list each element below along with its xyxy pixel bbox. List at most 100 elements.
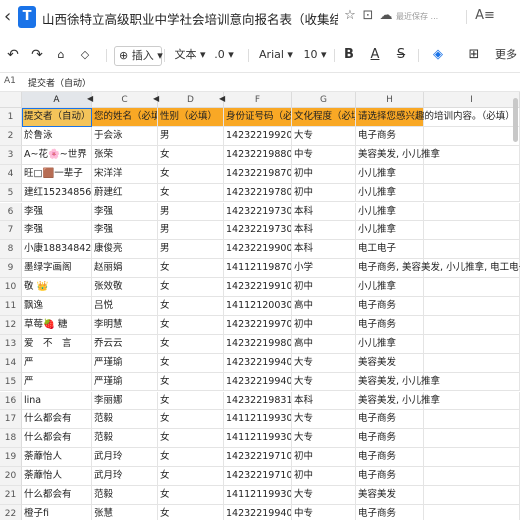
column-header-f[interactable]: F <box>224 92 292 108</box>
table-cell[interactable]: 141121200309140 <box>224 297 292 316</box>
header-cell[interactable]: 请选择您感兴趣的培训内容。（必填） <box>356 108 515 127</box>
table-cell[interactable]: 142322199006254 <box>224 240 292 260</box>
table-cell[interactable]: 142322199104281 <box>224 278 292 297</box>
table-cell[interactable]: 张荣 <box>92 145 158 165</box>
table-cell[interactable]: 电子商务 <box>356 504 424 520</box>
table-cell[interactable] <box>424 504 520 520</box>
table-cell[interactable]: 荼蘼怡人 <box>22 448 92 468</box>
table-cell[interactable]: 本科 <box>292 391 356 411</box>
row-header[interactable]: 17 <box>0 410 22 430</box>
table-cell[interactable]: 电子商务, 美容美发, 小儿推拿, 电工电子 <box>356 259 520 279</box>
table-cell[interactable]: 李丽娜 <box>92 391 158 411</box>
row-header[interactable]: 11 <box>0 297 22 316</box>
table-cell[interactable]: 旺□🟫一辈子 <box>22 164 92 184</box>
table-cell[interactable]: 建红15234856899 <box>22 183 92 203</box>
table-cell[interactable]: 小儿推拿 <box>356 278 424 297</box>
table-cell[interactable]: 142322199402108 <box>224 504 292 520</box>
table-cell[interactable]: 电子商务 <box>356 410 424 430</box>
hidden-column-marker[interactable]: ◀ <box>87 94 93 103</box>
table-cell[interactable]: 严瑾瑜 <box>92 353 158 373</box>
table-cell[interactable]: 高中 <box>292 334 356 354</box>
table-cell[interactable]: 范毅 <box>92 410 158 430</box>
font-size-dropdown[interactable]: 10 ▾ <box>302 46 328 64</box>
font-color-button[interactable]: A <box>368 46 382 64</box>
table-cell[interactable]: lina <box>22 391 92 411</box>
header-cell[interactable]: 您的姓名（必填） <box>92 108 158 127</box>
table-cell[interactable]: 康俊亮 <box>92 240 158 260</box>
row-header[interactable]: 10 <box>0 278 22 297</box>
table-cell[interactable]: 女 <box>158 410 224 430</box>
table-cell[interactable] <box>424 353 520 373</box>
table-cell[interactable]: 初中 <box>292 278 356 297</box>
table-cell[interactable]: 142322197107050 <box>224 448 292 468</box>
font-family-dropdown[interactable]: Arial ▾ <box>258 46 294 64</box>
table-cell[interactable]: 宋洋洋 <box>92 164 158 184</box>
table-cell[interactable]: 李明慧 <box>92 315 158 335</box>
table-cell[interactable]: 141121199302170 <box>224 429 292 449</box>
table-cell[interactable]: 什么都会有 <box>22 486 92 505</box>
table-cell[interactable]: 李强 <box>92 202 158 222</box>
table-cell[interactable]: 于会泳 <box>92 126 158 146</box>
star-icon[interactable]: ☆ <box>342 8 358 24</box>
table-cell[interactable]: 141121199302170 <box>224 410 292 430</box>
table-cell[interactable]: 电子商务 <box>356 448 424 468</box>
table-cell[interactable]: 什么都会有 <box>22 429 92 449</box>
row-header[interactable]: 7 <box>0 221 22 241</box>
table-cell[interactable]: 女 <box>158 391 224 411</box>
row-header[interactable]: 3 <box>0 145 22 165</box>
table-cell[interactable]: 142322199404164 <box>224 353 292 373</box>
table-cell[interactable]: 142322199404164 <box>224 372 292 392</box>
table-cell[interactable]: 本科 <box>292 240 356 260</box>
column-header-h[interactable]: H <box>356 92 424 108</box>
table-cell[interactable]: 142322197107050 <box>224 467 292 486</box>
header-cell[interactable]: 身份证号码（必填） <box>224 108 292 127</box>
cloud-save-icon[interactable]: ☁ <box>378 8 394 24</box>
number-format-dropdown[interactable]: 文本 ▾ <box>172 46 208 64</box>
table-cell[interactable] <box>424 183 520 203</box>
row-header[interactable]: 20 <box>0 467 22 486</box>
table-cell[interactable]: 吕悦 <box>92 297 158 316</box>
table-cell[interactable] <box>424 448 520 468</box>
table-cell[interactable]: 小学 <box>292 259 356 279</box>
table-cell[interactable]: 女 <box>158 315 224 335</box>
table-cell[interactable]: 草莓🍓 糖 <box>22 315 92 335</box>
table-cell[interactable]: 电子商务 <box>356 297 424 316</box>
back-icon[interactable]: ‹ <box>4 7 18 27</box>
header-cell[interactable]: 性别（必填） <box>158 108 224 127</box>
table-cell[interactable]: 荼蘼怡人 <box>22 467 92 486</box>
row-header[interactable]: 15 <box>0 372 22 392</box>
table-cell[interactable]: 中专 <box>292 504 356 520</box>
table-cell[interactable] <box>424 410 520 430</box>
table-cell[interactable]: 美容美发, 小儿推拿 <box>356 372 440 392</box>
row-header[interactable]: 13 <box>0 334 22 354</box>
fill-color-icon[interactable]: ◈ <box>430 46 446 64</box>
table-cell[interactable]: 142322197804185 <box>224 183 292 203</box>
table-cell[interactable]: 电子商务 <box>356 467 424 486</box>
row-header[interactable]: 1 <box>0 108 22 127</box>
table-cell[interactable]: 男 <box>158 126 224 146</box>
insert-button[interactable]: ⊕ 插入 ▾ <box>114 46 163 66</box>
table-cell[interactable]: 美容美发 <box>356 486 424 505</box>
row-header[interactable]: 2 <box>0 126 22 146</box>
table-cell[interactable]: 美容美发, 小儿推拿 <box>356 145 440 165</box>
table-cell[interactable]: 范毅 <box>92 429 158 449</box>
table-cell[interactable]: 乔云云 <box>92 334 158 354</box>
table-cell[interactable]: 女 <box>158 145 224 165</box>
redo-icon[interactable]: ↷ <box>30 46 44 64</box>
row-header[interactable]: 19 <box>0 448 22 468</box>
table-cell[interactable]: 大专 <box>292 372 356 392</box>
table-cell[interactable]: 初中 <box>292 467 356 486</box>
table-cell[interactable]: 小儿推拿 <box>356 334 424 354</box>
table-cell[interactable]: 小康18834842435 <box>22 240 92 260</box>
row-header[interactable]: 5 <box>0 183 22 203</box>
document-title[interactable]: 山西徐特立高级职业中学社会培训意向报名表（收集结果） <box>42 9 338 25</box>
table-cell[interactable]: 142322199706163 <box>224 315 292 335</box>
table-cell[interactable]: 女 <box>158 278 224 297</box>
table-cell[interactable]: 於鲁泳 <box>22 126 92 146</box>
row-header[interactable]: 22 <box>0 504 22 520</box>
table-cell[interactable] <box>424 278 520 297</box>
share-icon[interactable]: ⊡ <box>360 8 376 24</box>
table-cell[interactable]: 大专 <box>292 126 356 146</box>
row-header[interactable]: 6 <box>0 202 22 222</box>
table-cell[interactable]: 初中 <box>292 183 356 203</box>
